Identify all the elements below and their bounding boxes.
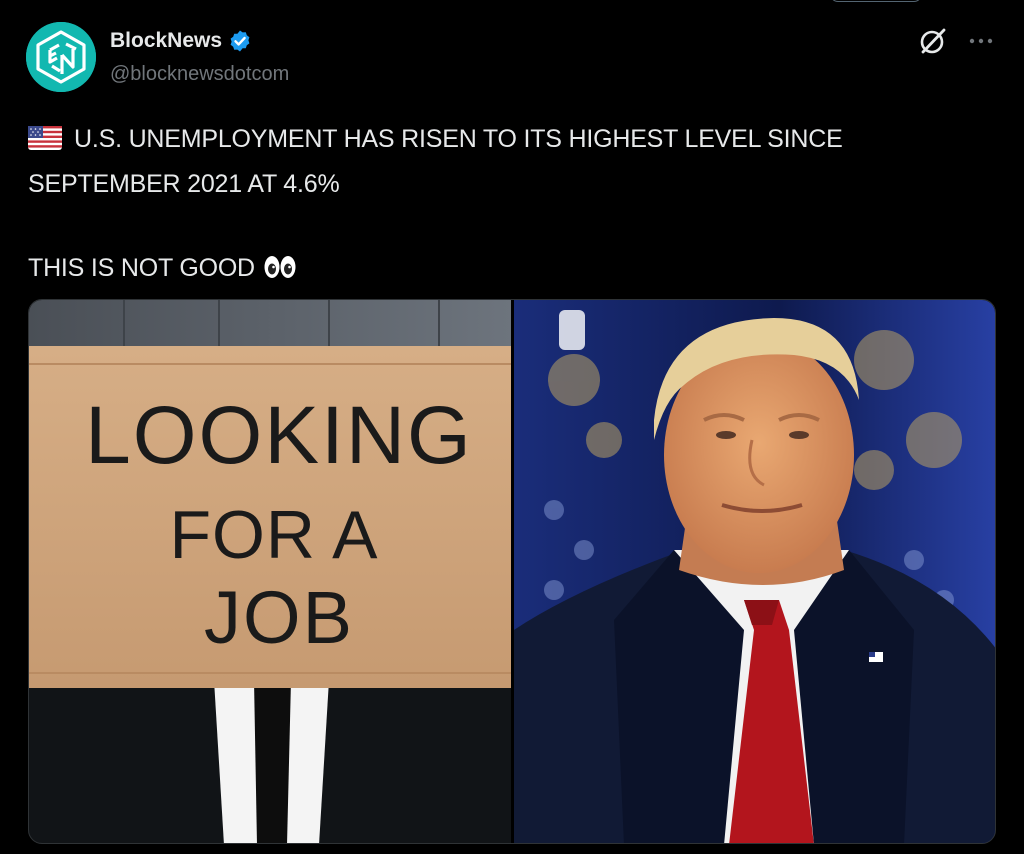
us-flag-icon: [28, 121, 62, 163]
sign-line1: LOOKING: [85, 390, 473, 481]
avatar[interactable]: [26, 22, 96, 92]
portrait-photo-art: [513, 300, 995, 843]
blocknews-logo-icon: [26, 22, 96, 92]
grok-icon[interactable]: [918, 26, 948, 61]
trump-portrait-photo[interactable]: [513, 300, 995, 843]
post-text: U.S. UNEMPLOYMENT HAS RISEN TO ITS HIGHE…: [28, 118, 928, 293]
post-text-line2: SEPTEMBER 2021 AT 4.6%: [28, 170, 340, 198]
sign-line2: FOR A: [169, 497, 378, 573]
author-handle[interactable]: @blocknewsdotcom: [110, 63, 289, 86]
post-text-line1: U.S. UNEMPLOYMENT HAS RISEN TO ITS HIGHE…: [74, 125, 843, 153]
more-icon[interactable]: [966, 26, 996, 61]
scroll-to-top-pill[interactable]: [830, 0, 922, 2]
post-text-line3: THIS IS NOT GOOD: [28, 254, 255, 282]
verified-badge-icon: [228, 29, 252, 53]
display-name[interactable]: BlockNews: [110, 29, 222, 53]
eyes-icon: [263, 251, 297, 293]
sign-line3: JOB: [204, 576, 354, 659]
looking-for-job-sign-photo[interactable]: LOOKING FOR A JOB: [29, 300, 511, 843]
media-grid: LOOKING FOR A JOB: [28, 299, 996, 844]
sign-photo-art: LOOKING FOR A JOB: [29, 300, 511, 843]
